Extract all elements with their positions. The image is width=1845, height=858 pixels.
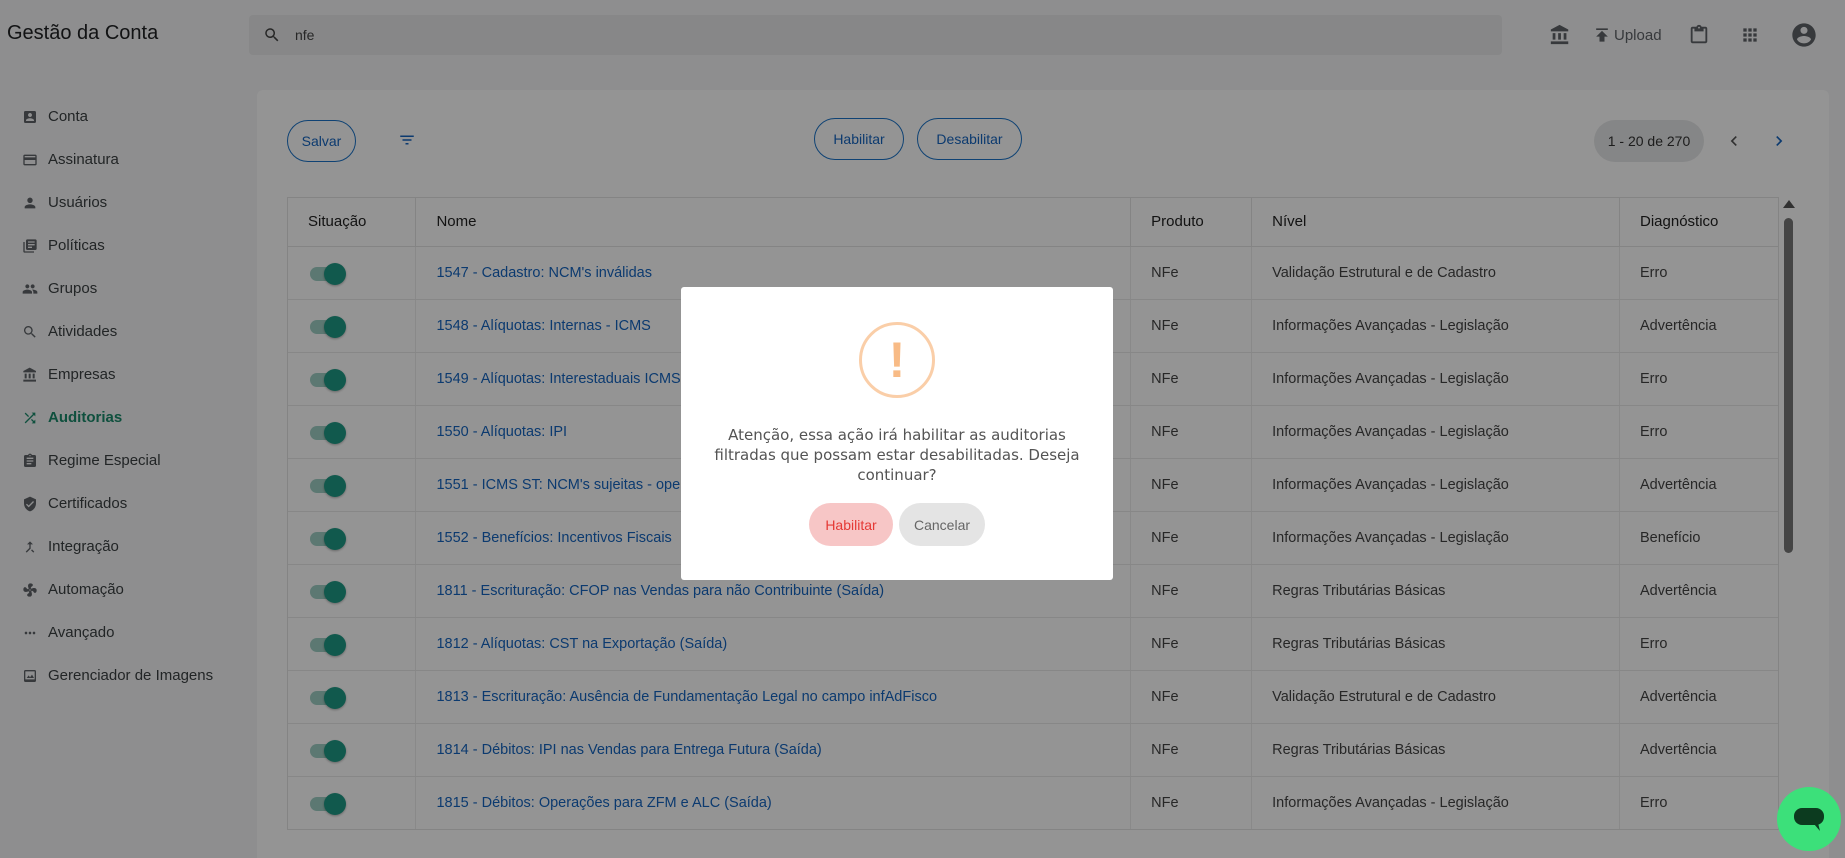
warning-icon: ! xyxy=(859,322,935,398)
dialog-message: Atenção, essa ação irá habilitar as audi… xyxy=(714,426,1080,484)
chat-widget-button[interactable] xyxy=(1777,787,1841,851)
confirm-dialog: ! Atenção, essa ação irá habilitar as au… xyxy=(681,287,1113,580)
chat-bubble-icon xyxy=(1794,808,1824,831)
cancel-button[interactable]: Cancelar xyxy=(899,503,985,546)
confirm-enable-button[interactable]: Habilitar xyxy=(809,503,893,546)
